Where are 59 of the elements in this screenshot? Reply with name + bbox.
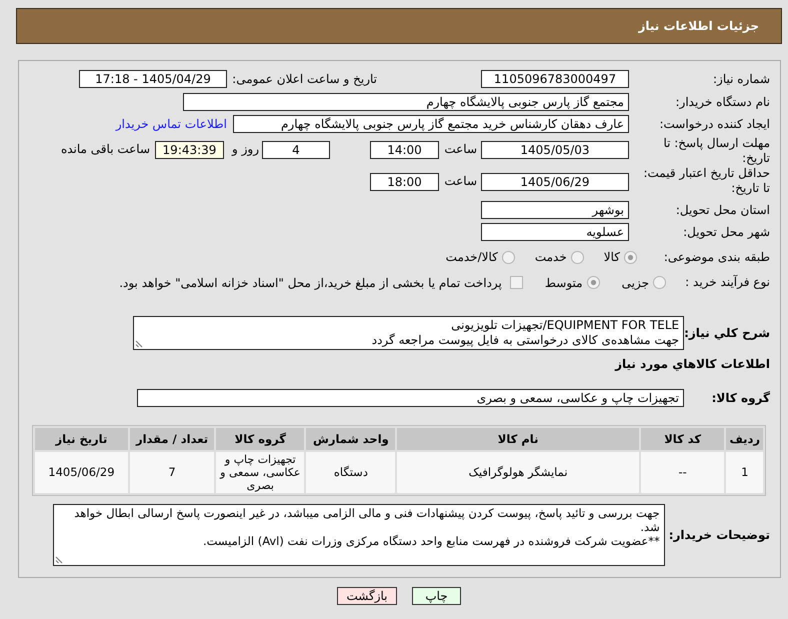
field-label: شماره نیاز: — [712, 72, 770, 86]
notes-label: توضیحات خریدار: — [668, 528, 770, 542]
deadline-time-field[interactable]: 14:00 — [370, 141, 439, 159]
table-cell: 7 — [130, 452, 214, 493]
buyer-org-field[interactable]: مجتمع گاز پارس جنوبی پالایشگاه چهارم — [183, 93, 629, 111]
province-field[interactable]: بوشهر — [481, 201, 629, 219]
field-label: تاریخ و ساعت اعلان عمومی: — [235, 72, 377, 86]
field-label: مهلت ارسال پاسخ: تا تاریخ: — [662, 136, 770, 166]
column-header: تعداد / مقدار — [130, 428, 214, 450]
deadline-date-field[interactable]: 1405/05/03 — [481, 141, 629, 159]
field-label: نام دستگاه خریدار: — [674, 94, 770, 110]
city-field[interactable]: عسلویه — [481, 223, 629, 241]
buyer-contact-link[interactable]: اطلاعات تماس خریدار — [116, 117, 227, 131]
time-left-field[interactable]: 19:43:39 — [155, 141, 224, 159]
days-left-field[interactable]: 4 — [262, 141, 330, 159]
resize-grip-icon — [135, 340, 144, 348]
resize-grip-icon — [54, 556, 63, 564]
need-number-field[interactable]: 1105096783000497 — [481, 70, 629, 88]
field-label: نوع فرآیند خرید : — [684, 275, 770, 290]
radio-option[interactable]: کالا — [604, 250, 637, 264]
radio-option[interactable]: جزیی — [622, 276, 666, 290]
column-header: گروه کالا — [216, 428, 304, 450]
time-label: ساعت — [443, 174, 477, 189]
table-cell: 1 — [726, 452, 763, 493]
print-button[interactable]: چاپ — [412, 587, 461, 605]
back-button[interactable]: بازگشت — [337, 587, 397, 605]
field-label: طبقه بندی موضوعی: — [662, 250, 770, 264]
requester-field[interactable]: عارف دهقان کارشناس خرید مجتمع گاز پارس جنوبی پالایشگاه چهارم — [233, 115, 629, 133]
column-header: تاریخ نیاز — [35, 428, 128, 450]
description-field[interactable]: EQUIPMENT FOR TELE/تجهیزات تلویزیونی جهت مشاهده‌ی کالای درخواستی به فایل پیوست مراجعه گردد — [133, 316, 684, 350]
column-header: ردیف — [726, 428, 763, 450]
validity-date-field[interactable]: 1405/06/29 — [481, 173, 629, 191]
treasury-payment-checkbox[interactable]: پرداخت تمام یا بخشی از مبلغ خرید،از محل "اسناد خزانه اسلامی" خواهد بود. — [119, 276, 523, 290]
announce-date-field[interactable]: 1405/04/29 - 17:18 — [79, 70, 227, 88]
field-label: استان محل تحویل: — [674, 202, 770, 218]
description-label: شرح کلي نياز: — [684, 326, 770, 340]
validity-time-field[interactable]: 18:00 — [370, 173, 439, 191]
days-label: روز و — [232, 142, 259, 157]
table-cell: نمایشگر هولوگرافیک — [397, 452, 639, 493]
table-cell: 1405/06/29 — [35, 452, 128, 493]
radio-option[interactable]: کالا/خدمت — [446, 250, 515, 264]
group-label: گروه کالا: — [710, 390, 770, 406]
column-header: واحد شمارش — [306, 428, 396, 450]
radio-option[interactable]: خدمت — [534, 250, 584, 264]
field-label: ایجاد کننده درخواست: — [658, 116, 770, 132]
field-label: شهر محل تحویل: — [682, 224, 770, 240]
column-header: نام کالا — [397, 428, 639, 450]
section-heading: اطلاعات کالاهاي مورد نياز — [615, 357, 770, 372]
buyer-notes-field[interactable]: جهت بررسی و تائید پاسخ، پیوست کردن پیشنهادات فنی و مالی الزامی میباشد، در غیر اینصورت پاسخ ارسالی ابطال خواهد شد. **عضویت شرکت فروشنده در فهرست منابع واحد دستگاه مرکزی وزرات نفت (Avl) الزامیست. — [52, 504, 665, 566]
field-label: حداقل تاریخ اعتبار قیمت: تا تاریخ: — [642, 166, 770, 196]
page-title: جزئیات اطلاعات نیاز — [638, 19, 759, 33]
column-header: کد کالا — [640, 428, 724, 450]
table-cell: -- — [640, 452, 724, 493]
radio-option[interactable]: متوسط — [544, 276, 600, 290]
time-label: ساعت — [443, 142, 477, 157]
table-cell: دستگاه — [306, 452, 396, 493]
table-cell: تجهیزات چاپ و عکاسی، سمعی و بصری — [216, 452, 304, 493]
goods-group-field[interactable]: تجهیزات چاپ و عکاسی، سمعی و بصری — [137, 389, 684, 407]
remaining-label: ساعت باقی مانده — [60, 142, 150, 157]
